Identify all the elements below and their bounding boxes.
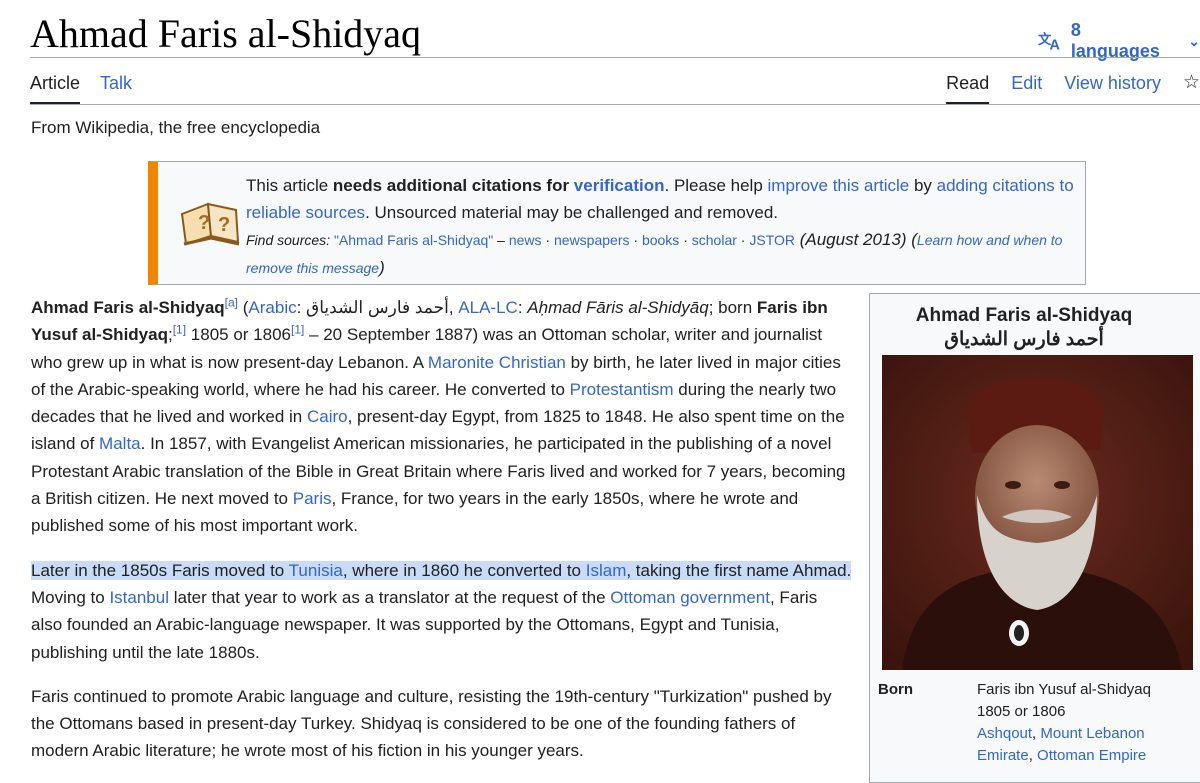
istanbul-link[interactable]: Istanbul (109, 588, 169, 607)
born-place: Ashqout, Mount Lebanon Emirate, Ottoman … (977, 723, 1197, 767)
text: Moving to (31, 587, 110, 607)
ref-1-link[interactable]: [1] (291, 323, 304, 337)
born-name: Faris ibn Yusuf al-Shidyaq (977, 681, 1151, 698)
cairo-link[interactable]: Cairo (307, 407, 348, 426)
book-question-icon: ? ? (180, 202, 240, 246)
separator: · (736, 232, 750, 248)
notice-text: This article needs additional citations … (246, 172, 1086, 282)
tab-read[interactable]: Read (946, 72, 990, 104)
citation-notice: ? ? This article needs additional citati… (148, 161, 1086, 285)
subject-name: Ahmad Faris al-Shidyaq (31, 298, 225, 317)
verification-link[interactable]: verification (574, 176, 665, 195)
chevron-down-icon: ⌄ (1188, 32, 1200, 49)
paragraph-legacy: Faris continued to promote Arabic langua… (31, 686, 832, 761)
paren-close: ) (379, 258, 385, 277)
highlighted-selection: Later in the 1850s Faris moved to Tunisi… (31, 560, 852, 580)
text: , (1028, 747, 1038, 764)
note-a-link[interactable]: [a] (225, 295, 238, 309)
find-sources-label: Find sources: (246, 232, 334, 248)
svg-text:?: ? (218, 214, 230, 236)
portrait-image[interactable] (882, 355, 1193, 670)
namespace-tabs: Article Talk (30, 72, 132, 104)
tab-talk[interactable]: Talk (100, 72, 132, 104)
ottoman-empire-link[interactable]: Ottoman Empire (1037, 747, 1146, 764)
paris-link[interactable]: Paris (293, 489, 332, 508)
svg-text:?: ? (198, 212, 210, 234)
maronite-link[interactable]: Maronite Christian (428, 353, 566, 372)
languages-label: 8 languages (1070, 20, 1160, 61)
tab-edit[interactable]: Edit (1011, 72, 1042, 104)
notice-date: (August 2013) (795, 230, 907, 249)
ref-1-link[interactable]: [1] (173, 323, 186, 337)
separator: · (679, 232, 692, 248)
improve-article-link[interactable]: improve this article (768, 176, 910, 195)
notice-bold: needs additional citations for (332, 176, 574, 195)
arabic-name: أحمد فارس الشدياق (306, 298, 449, 317)
arabic-link[interactable]: Arabic (248, 298, 296, 317)
ottoman-government-link[interactable]: Ottoman government (610, 588, 770, 607)
separator: · (541, 232, 554, 248)
notice-text-3: by (909, 176, 937, 195)
source-scholar-link[interactable]: scholar (692, 232, 737, 248)
islam-link[interactable]: Islam (586, 561, 627, 580)
translate-icon: 文 A (1038, 31, 1060, 52)
paragraph-intro: Ahmad Faris al-Shidyaq[a] (Arabic: أحمد … (31, 294, 853, 540)
tabs-divider (30, 104, 1200, 105)
notice-text-2: . Please help (664, 176, 768, 195)
paragraph-islam: Later in the 1850s Faris moved to Tunisi… (31, 557, 853, 666)
text: ; born (708, 298, 757, 317)
paren-open: ( (906, 230, 917, 249)
separator: · (629, 232, 642, 248)
malta-link[interactable]: Malta (99, 434, 141, 453)
text: , taking the first name Ahmad. (626, 560, 852, 580)
page-title: Ahmad Faris al-Shidyaq (30, 11, 422, 56)
text: , (448, 298, 459, 317)
article-body: Ahmad Faris al-Shidyaq[a] (Arabic: أحمد … (31, 294, 853, 782)
portrait-illustration (882, 355, 1193, 670)
protestantism-link[interactable]: Protestantism (570, 380, 674, 399)
languages-button[interactable]: 文 A 8 languages ⌄ (1038, 20, 1200, 62)
infobox-title: Ahmad Faris al-Shidyaq (915, 305, 1133, 326)
source-news-link[interactable]: news (509, 232, 542, 248)
text: : (517, 298, 528, 317)
notice-text-1: This article (246, 176, 333, 195)
born-value: Faris ibn Yusuf al-Shidyaq 1805 or 1806 … (977, 679, 1197, 767)
ala-lc-link[interactable]: ALA-LC (458, 298, 518, 317)
query-link[interactable]: "Ahmad Faris al-Shidyaq" (334, 232, 493, 248)
source-newspapers-link[interactable]: newspapers (554, 232, 630, 248)
site-tagline: From Wikipedia, the free encyclopedia (31, 118, 321, 137)
source-jstor-link[interactable]: JSTOR (749, 232, 795, 248)
text: 1805 or 1806 (186, 325, 291, 345)
star-icon[interactable]: ☆ (1183, 72, 1200, 104)
text: : (296, 298, 307, 317)
transliteration: Aḥmad Fāris al-Shidyāq (527, 298, 709, 317)
title-divider (30, 57, 1200, 58)
notice-text-4: . Unsourced material may be challenged a… (365, 203, 779, 222)
tab-article[interactable]: Article (30, 72, 81, 104)
tab-view-history[interactable]: View history (1064, 72, 1161, 104)
view-tabs: Read Edit View history ☆ (946, 72, 1200, 104)
text: , where in 1860 he converted to (342, 560, 586, 580)
source-books-link[interactable]: books (642, 232, 679, 248)
svg-text:A: A (1049, 38, 1059, 52)
ashqout-link[interactable]: Ashqout (977, 725, 1032, 742)
infobox-arabic-title: أحمد فارس الشدياق (944, 329, 1104, 350)
text: Later in the 1850s Faris moved to (31, 560, 289, 580)
text: later that year to work as a translator … (168, 587, 611, 607)
born-label: Born (878, 681, 913, 698)
born-year: 1805 or 1806 (977, 703, 1066, 720)
text: ( (238, 298, 249, 317)
infobox: Ahmad Faris al-Shidyaq أحمد فارس الشدياق (869, 293, 1200, 783)
tunisia-link[interactable]: Tunisia (289, 561, 343, 580)
dash: – (493, 232, 509, 248)
